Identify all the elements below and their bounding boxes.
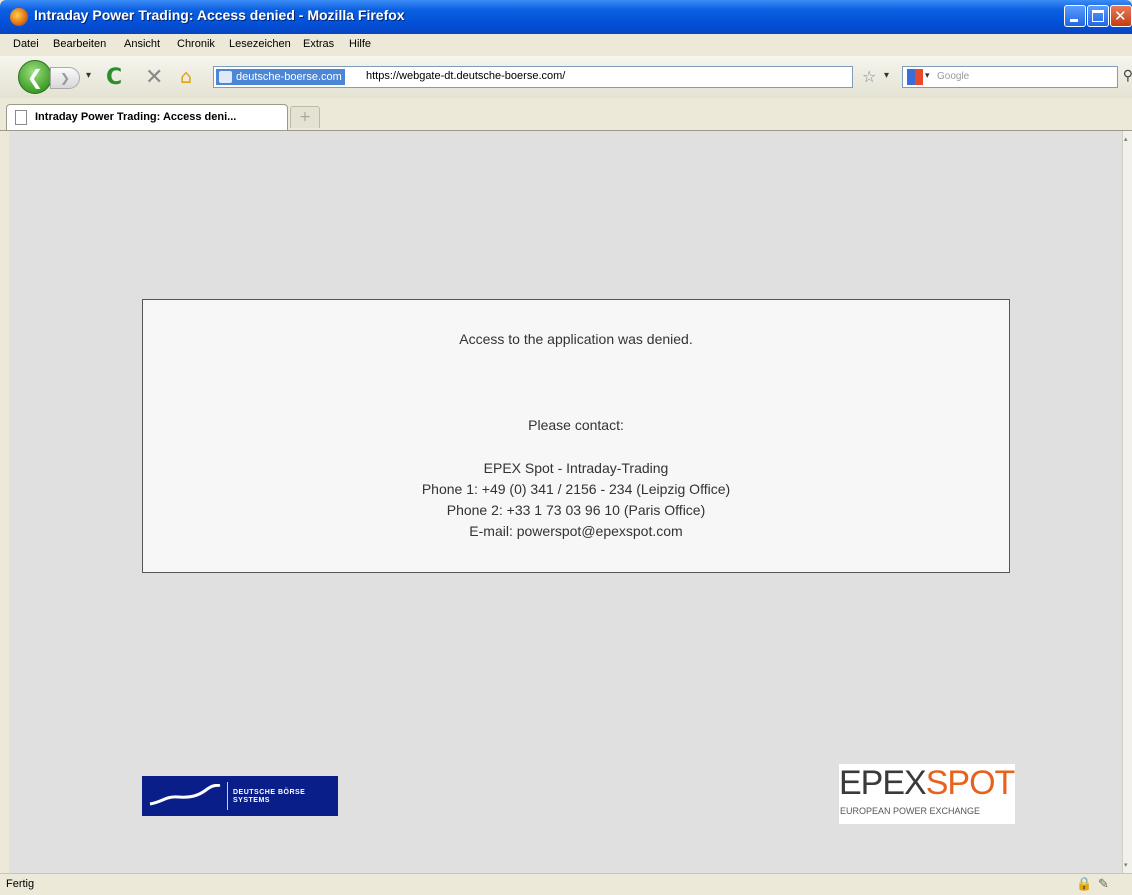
dbs-line-1: DEUTSCHE BÖRSE [233, 789, 306, 796]
menu-hilfe[interactable]: Hilfe [349, 38, 371, 50]
scroll-down-icon[interactable]: ▾ [1124, 861, 1128, 869]
page-content: Access to the application was denied. Pl… [9, 131, 1122, 873]
search-input[interactable]: Google [937, 71, 969, 82]
menu-ansicht[interactable]: Ansicht [124, 38, 160, 50]
page-icon [15, 110, 27, 125]
scroll-up-icon[interactable]: ▴ [1124, 135, 1128, 143]
forward-icon: ❯ [59, 71, 71, 85]
site-identity-button[interactable]: deutsche-boerse.com [216, 69, 345, 85]
access-denied-box: Access to the application was denied. Pl… [142, 299, 1010, 573]
contact-heading: Please contact: [528, 417, 624, 433]
reload-icon[interactable]: C [106, 65, 122, 90]
epex-wordmark-part2: SPOT [925, 764, 1016, 802]
window-left-border [0, 131, 9, 873]
dbs-wave-icon [149, 784, 221, 806]
minimize-button[interactable] [1064, 5, 1086, 27]
denied-message: Access to the application was denied. [459, 331, 693, 347]
new-tab-icon[interactable]: + [290, 106, 320, 128]
navigation-toolbar: ❮ ❯ ▾ C ✕ ⌂ deutsche-boerse.com https://… [0, 56, 1132, 99]
lock-icon[interactable]: 🔒 [1076, 876, 1092, 892]
dbs-divider [227, 782, 228, 810]
window-title: Intraday Power Trading: Access denied - … [34, 7, 405, 23]
menu-bearbeiten[interactable]: Bearbeiten [53, 38, 106, 50]
url-bar[interactable]: deutsche-boerse.com https://webgate-dt.d… [213, 66, 853, 88]
tab-bar: Intraday Power Trading: Access deni... + [0, 98, 1132, 131]
url-dropdown-button[interactable]: ▾ [884, 70, 889, 81]
forward-button[interactable]: ❯ [50, 67, 80, 89]
dbs-logo-text: DEUTSCHE BÖRSE SYSTEMS [233, 789, 305, 805]
search-go-icon[interactable]: ⚲ [1123, 67, 1132, 84]
epex-spot-logo: EPEXSPOT EUROPEAN POWER EXCHANGE [839, 764, 1015, 824]
contact-email: E-mail: powerspot@epexspot.com [469, 523, 683, 539]
close-icon: ✕ [1114, 7, 1127, 25]
bookmark-star-icon[interactable]: ☆ [862, 67, 876, 86]
url-input[interactable]: https://webgate-dt.deutsche-boerse.com/ [366, 70, 565, 82]
epex-wordmark: EPEXSPOT [839, 764, 1016, 803]
status-bar: Fertig 🔒 ✎ [0, 873, 1132, 895]
back-icon: ❮ [26, 65, 44, 89]
stop-icon[interactable]: ✕ [145, 65, 163, 90]
menu-datei[interactable]: Datei [13, 38, 39, 50]
contact-org: EPEX Spot - Intraday-Trading [483, 460, 669, 476]
title-bar: Intraday Power Trading: Access denied - … [0, 0, 1132, 34]
epex-subtitle: EUROPEAN POWER EXCHANGE [840, 806, 981, 816]
menu-bar: Datei Bearbeiten Ansicht Chronik Lesezei… [0, 34, 1132, 56]
home-icon[interactable]: ⌂ [180, 66, 192, 88]
history-dropdown-button[interactable]: ▾ [86, 70, 91, 81]
dbs-line-2: SYSTEMS [233, 797, 270, 804]
back-button[interactable]: ❮ [18, 60, 52, 94]
contact-phone-2: Phone 2: +33 1 73 03 96 10 (Paris Office… [446, 502, 706, 518]
status-text: Fertig [6, 878, 35, 890]
firefox-icon [10, 8, 28, 26]
tab-label: Intraday Power Trading: Access deni... [35, 111, 237, 123]
vertical-scrollbar[interactable]: ▴ ▾ [1122, 131, 1132, 873]
maximize-button[interactable] [1087, 5, 1109, 27]
menu-extras[interactable]: Extras [303, 38, 334, 50]
close-button[interactable]: ✕ [1110, 5, 1132, 27]
menu-lesezeichen[interactable]: Lesezeichen [229, 38, 291, 50]
google-icon[interactable] [907, 69, 923, 85]
site-favicon-icon [219, 71, 232, 83]
tab-access-denied[interactable]: Intraday Power Trading: Access deni... [6, 104, 288, 130]
epex-wordmark-part1: EPEX [839, 764, 927, 802]
site-identity-label: deutsche-boerse.com [236, 71, 342, 83]
deutsche-boerse-systems-logo: DEUTSCHE BÖRSE SYSTEMS [142, 776, 338, 816]
contact-phone-1: Phone 1: +49 (0) 341 / 2156 - 234 (Leipz… [421, 481, 731, 497]
search-engine-dropdown[interactable]: ▾ [925, 70, 930, 81]
menu-chronik[interactable]: Chronik [177, 38, 215, 50]
plug-icon[interactable]: ✎ [1098, 876, 1109, 892]
search-bar[interactable]: ▾ Google ⚲ [902, 66, 1132, 88]
